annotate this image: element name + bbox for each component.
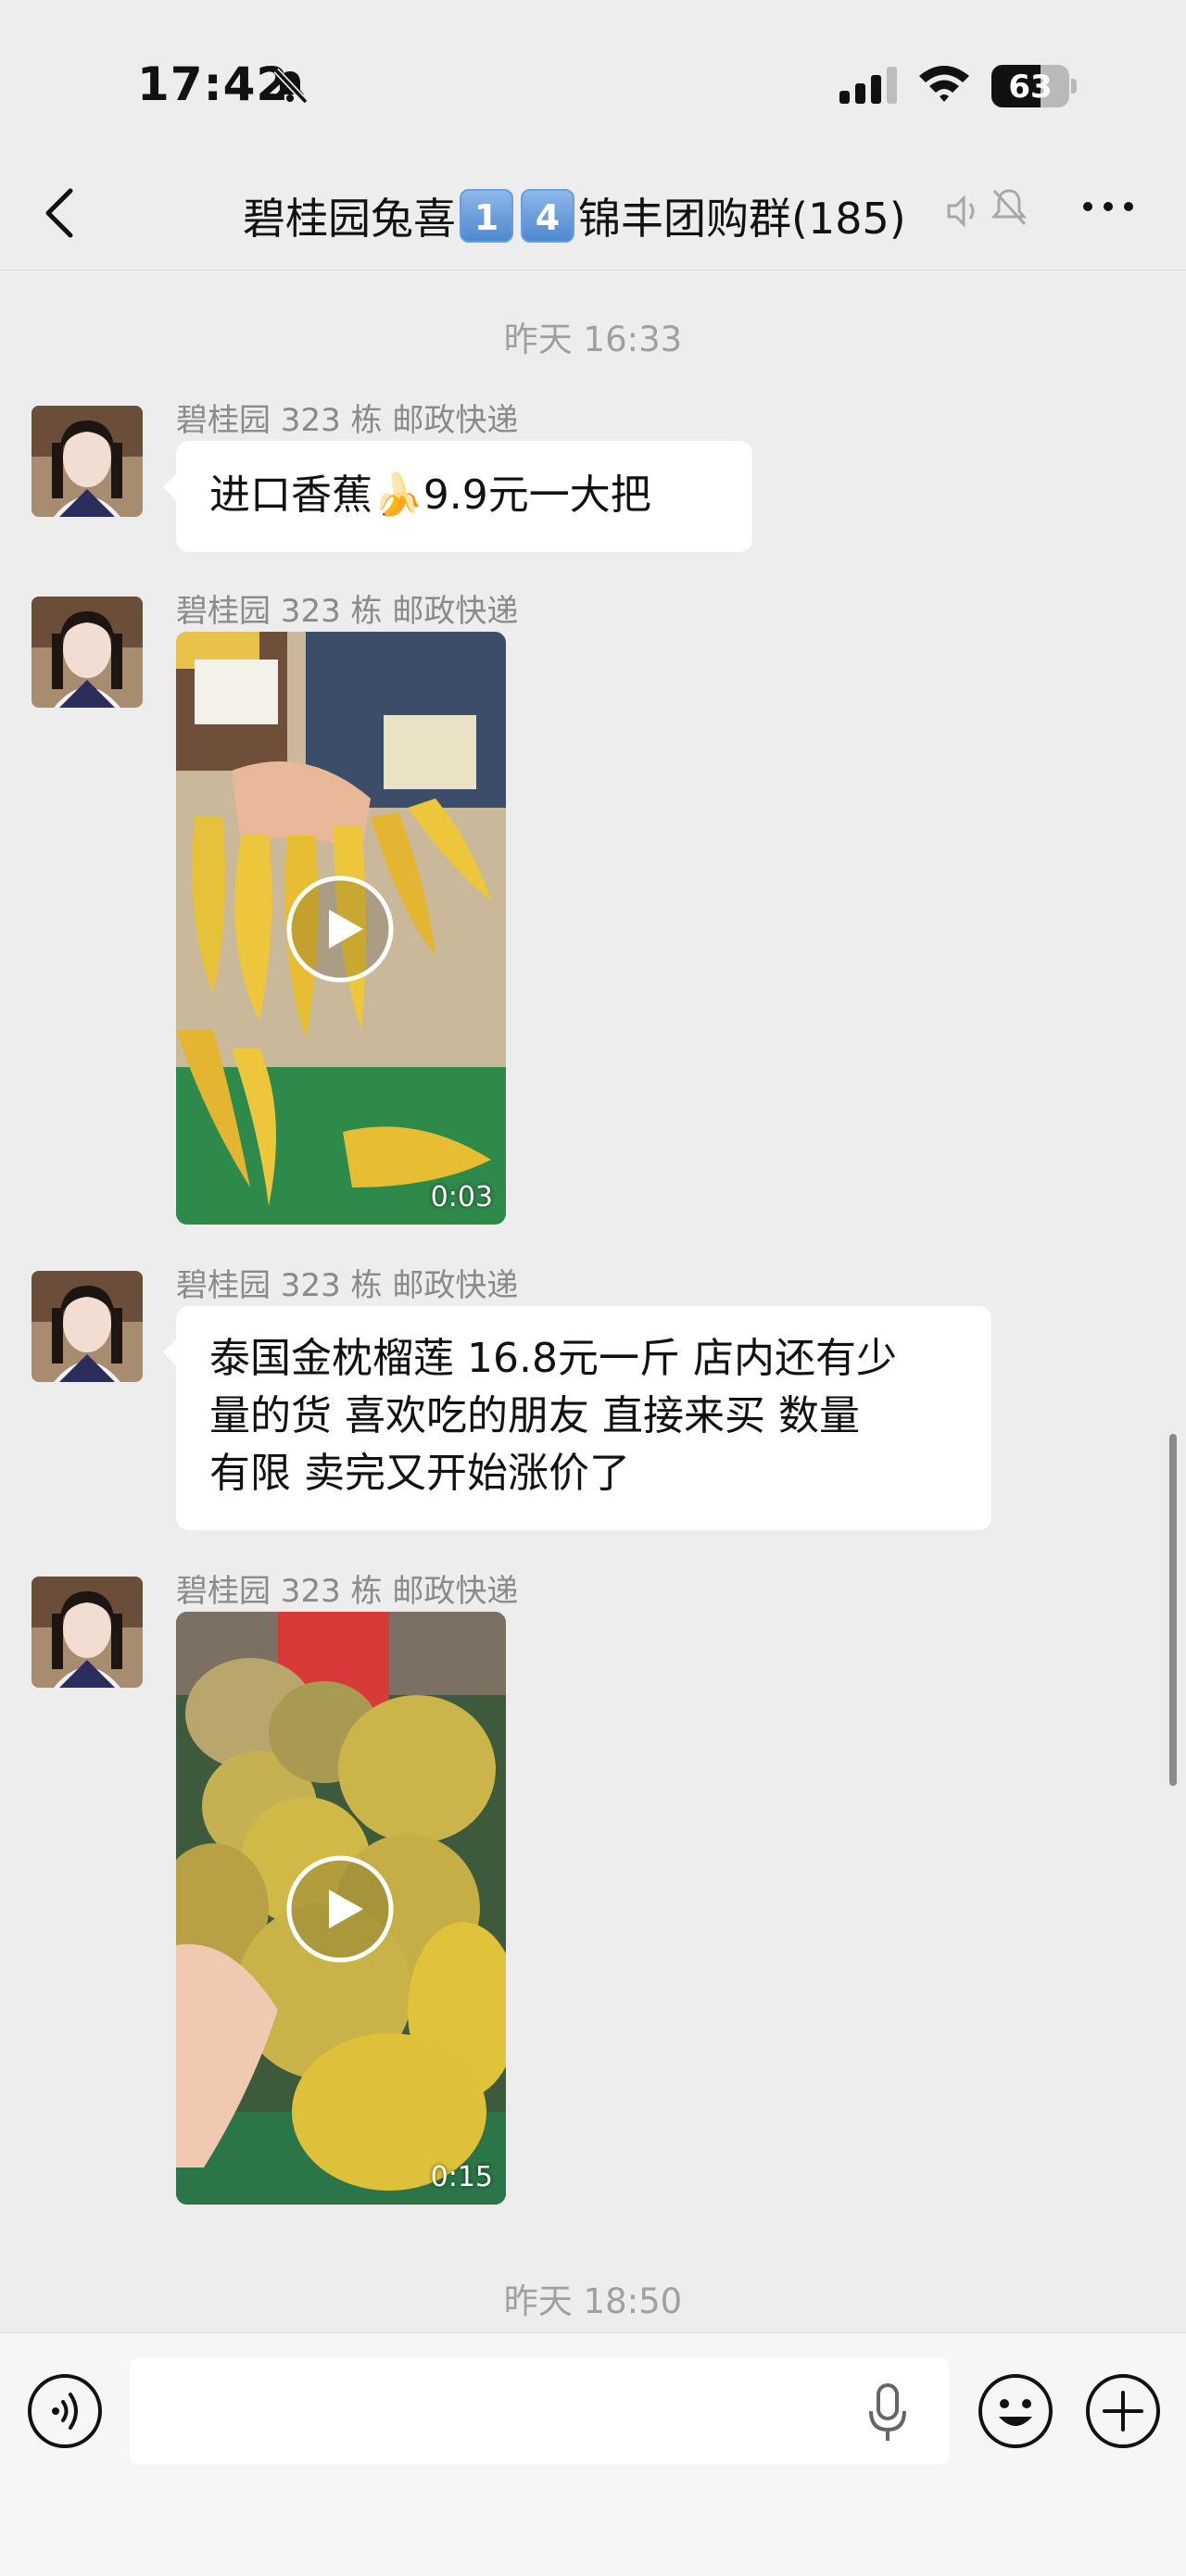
message-input[interactable] bbox=[130, 2357, 949, 2465]
status-time: 17:42 bbox=[137, 57, 290, 111]
voice-off-icon bbox=[947, 195, 975, 228]
chat-title[interactable]: 碧桂园兔喜 1 4 锦丰团购群(185) bbox=[243, 185, 906, 246]
timestamp-divider: 昨天 18:50 bbox=[503, 2281, 683, 2321]
sender-name: 碧桂园 323 栋 邮政快递 bbox=[176, 593, 519, 630]
message-line: 泰国金枕榴莲 16.8元一斤 店内还有少 bbox=[209, 1335, 897, 1382]
chat-header: 碧桂园兔喜 1 4 锦丰团购群(185) bbox=[0, 157, 1186, 270]
message-line: 有限 卖完又开始涨价了 bbox=[209, 1450, 630, 1497]
avatar[interactable] bbox=[32, 1577, 143, 1688]
sender-name: 碧桂园 323 栋 邮政快递 bbox=[176, 1267, 519, 1304]
title-prefix: 碧桂园兔喜 bbox=[243, 194, 456, 244]
keycap-four: 4 bbox=[521, 189, 574, 243]
avatar[interactable] bbox=[32, 406, 143, 517]
mute-icon bbox=[990, 189, 1028, 226]
bell-slash-icon bbox=[273, 68, 309, 105]
sender-name: 碧桂园 323 栋 邮政快递 bbox=[176, 1573, 519, 1610]
video-message[interactable]: 0:15 bbox=[176, 1612, 506, 2205]
back-icon[interactable] bbox=[41, 185, 78, 241]
message-bubble[interactable]: 泰国金枕榴莲 16.8元一斤 店内还有少 量的货 喜欢吃的朋友 直接来买 数量 … bbox=[163, 1306, 991, 1530]
scrollbar[interactable] bbox=[1169, 1434, 1177, 1786]
signal-icon bbox=[839, 67, 897, 104]
play-icon[interactable] bbox=[285, 874, 395, 984]
title-suffix: 锦丰团购群(185) bbox=[578, 194, 906, 244]
input-bar bbox=[0, 2332, 1186, 2576]
emoji-icon[interactable] bbox=[977, 2372, 1054, 2450]
play-icon[interactable] bbox=[285, 1854, 395, 1964]
battery-percent: 63 bbox=[1008, 69, 1053, 106]
video-message[interactable]: 0:03 bbox=[176, 632, 506, 1225]
battery-icon: 63 bbox=[991, 65, 1077, 107]
video-duration: 0:03 bbox=[430, 1181, 493, 1213]
status-bar: 17:42 63 bbox=[0, 0, 1186, 157]
message-line: 量的货 喜欢吃的朋友 直接来买 数量 bbox=[209, 1392, 860, 1439]
sender-name: 碧桂园 323 栋 邮政快递 bbox=[176, 402, 519, 439]
microphone-icon[interactable] bbox=[867, 2383, 908, 2443]
timestamp-divider: 昨天 16:33 bbox=[503, 320, 683, 359]
avatar[interactable] bbox=[32, 597, 143, 708]
keycap-one: 1 bbox=[460, 189, 513, 243]
video-duration: 0:15 bbox=[430, 2161, 493, 2193]
voice-icon[interactable] bbox=[26, 2372, 104, 2450]
plus-icon[interactable] bbox=[1084, 2372, 1162, 2450]
wifi-icon bbox=[919, 66, 969, 102]
message-bubble[interactable]: 进口香蕉🍌9.9元一大把 bbox=[163, 441, 752, 552]
avatar[interactable] bbox=[32, 1271, 143, 1382]
more-icon[interactable] bbox=[1082, 200, 1134, 213]
